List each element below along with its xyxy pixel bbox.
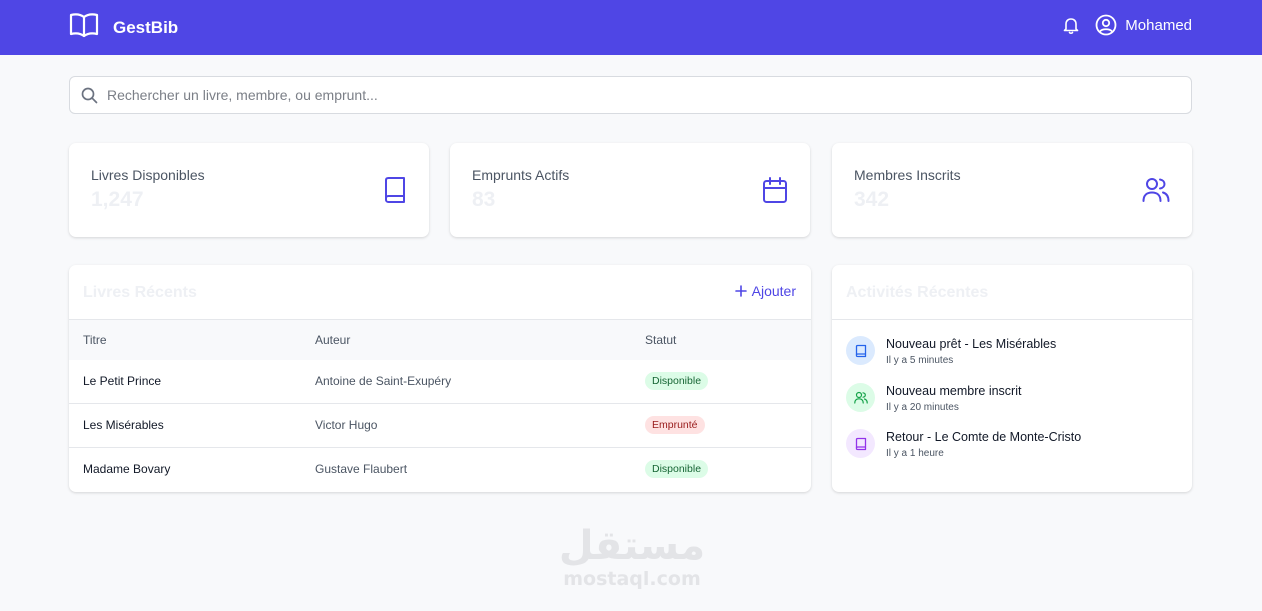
panel-header: Activités Récentes: [832, 265, 1192, 320]
activity-title: Retour - Le Comte de Monte-Cristo: [886, 430, 1082, 444]
book-title: Le Petit Prince: [83, 374, 162, 388]
status-badge: Disponible: [645, 460, 709, 478]
calendar-icon: [762, 176, 788, 204]
users-icon: [1142, 176, 1170, 204]
watermark-arabic: مستقل: [558, 523, 706, 569]
plus-icon: [734, 285, 747, 297]
activity-title: Nouveau membre inscrit: [886, 384, 1022, 398]
stat-value: 83: [472, 188, 496, 211]
stat-card-members: Membres Inscrits 342: [832, 143, 1192, 237]
panel-title: Activités Récentes: [846, 284, 989, 301]
activity-item[interactable]: Nouveau prêt - Les Misérables Il y a 5 m…: [846, 336, 1056, 366]
table-header: Titre Auteur Statut: [69, 320, 811, 360]
book-author: Antoine de Saint-Exupéry: [315, 374, 452, 388]
activity-time: Il y a 20 minutes: [886, 402, 959, 413]
watermark: مستقل mostaql.com: [552, 526, 712, 590]
brand-name: GestBib: [113, 17, 179, 37]
stat-value: 1,247: [91, 188, 144, 211]
book-author: Victor Hugo: [315, 418, 378, 432]
add-book-button[interactable]: Ajouter: [734, 283, 796, 299]
search-icon: [81, 87, 98, 104]
panel-header: Livres Récents Ajouter: [69, 265, 811, 320]
watermark-latin: mostaql.com: [563, 568, 701, 590]
stat-label: Membres Inscrits: [854, 167, 961, 183]
top-navbar: GestBib Mohamed: [0, 0, 1262, 55]
recent-activities-panel: Activités Récentes Nouveau prêt - Les Mi…: [832, 265, 1192, 492]
column-header-author[interactable]: Auteur: [315, 333, 350, 347]
stat-value: 342: [854, 188, 890, 211]
panel-title: Livres Récents: [83, 284, 197, 301]
book-title: Les Misérables: [83, 418, 164, 432]
stat-card-loans: Emprunts Actifs 83: [450, 143, 810, 237]
table-row[interactable]: Le Petit Prince Antoine de Saint-Exupéry…: [69, 360, 811, 404]
table-row[interactable]: Madame Bovary Gustave Flaubert Disponibl…: [69, 448, 811, 492]
stat-card-books: Livres Disponibles 1,247: [69, 143, 429, 237]
status-badge: Disponible: [645, 372, 709, 390]
column-header-status[interactable]: Statut: [645, 333, 676, 347]
activity-time: Il y a 5 minutes: [886, 355, 954, 366]
user-circle-icon[interactable]: [1095, 14, 1117, 36]
bell-icon[interactable]: [1062, 16, 1080, 35]
activity-title: Nouveau prêt - Les Misérables: [886, 337, 1057, 351]
activity-item[interactable]: Nouveau membre inscrit Il y a 20 minutes: [846, 383, 1021, 413]
search-input[interactable]: [107, 87, 1157, 103]
book-icon: [846, 429, 875, 458]
recent-books-panel: Livres Récents Ajouter Titre Auteur Stat…: [69, 265, 811, 492]
book-icon: [383, 176, 407, 204]
activity-time: Il y a 1 heure: [886, 448, 944, 459]
book-open-icon: [69, 12, 99, 43]
book-icon: [846, 336, 875, 365]
stat-label: Emprunts Actifs: [472, 167, 570, 183]
user-area: Mohamed: [1062, 14, 1192, 36]
users-icon: [846, 383, 875, 412]
brand[interactable]: GestBib: [69, 12, 178, 43]
book-author: Gustave Flaubert: [315, 462, 408, 476]
stat-label: Livres Disponibles: [91, 167, 205, 183]
user-name[interactable]: Mohamed: [1125, 17, 1192, 34]
table-row[interactable]: Les Misérables Victor Hugo Emprunté: [69, 404, 811, 448]
search-bar: [69, 76, 1192, 114]
column-header-title[interactable]: Titre: [83, 333, 107, 347]
add-label: Ajouter: [751, 283, 796, 299]
book-title: Madame Bovary: [83, 462, 171, 476]
activity-item[interactable]: Retour - Le Comte de Monte-Cristo Il y a…: [846, 429, 1081, 459]
status-badge: Emprunté: [645, 416, 705, 434]
